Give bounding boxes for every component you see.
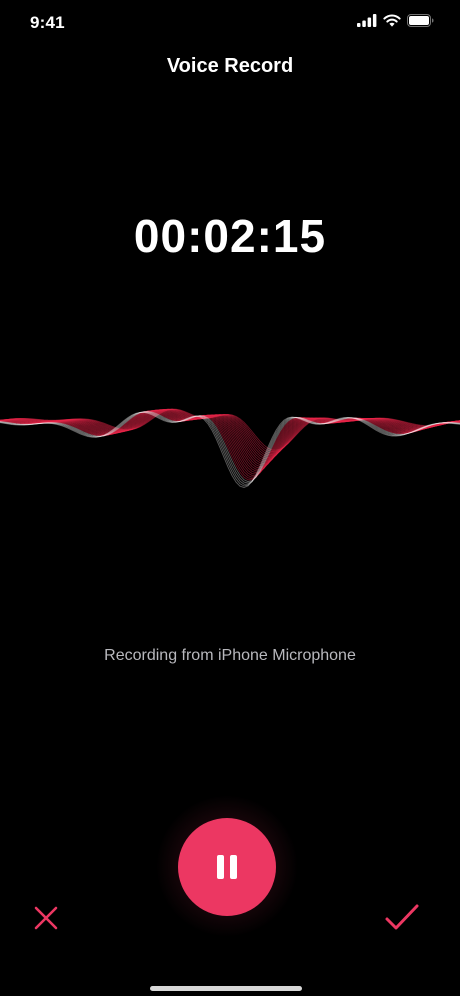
status-time: 9:41 [30, 13, 65, 32]
page-title: Voice Record [166, 55, 294, 77]
battery-icon [407, 14, 434, 27]
pause-icon [217, 855, 237, 879]
recording-source-label: Recording from iPhone Microphone [104, 647, 356, 664]
home-indicator [150, 986, 302, 991]
cellular-signal-icon [357, 14, 377, 27]
status-bar: 9:41 [0, 0, 460, 48]
pause-button[interactable] [178, 818, 276, 916]
cancel-button[interactable] [30, 902, 62, 934]
status-icons [357, 14, 434, 27]
audio-waveform [0, 408, 460, 488]
close-icon [34, 906, 58, 930]
recording-timer: 00:02:15 [133, 210, 327, 262]
checkmark-icon [385, 904, 419, 930]
confirm-button[interactable] [382, 900, 422, 934]
wifi-icon [383, 14, 401, 27]
